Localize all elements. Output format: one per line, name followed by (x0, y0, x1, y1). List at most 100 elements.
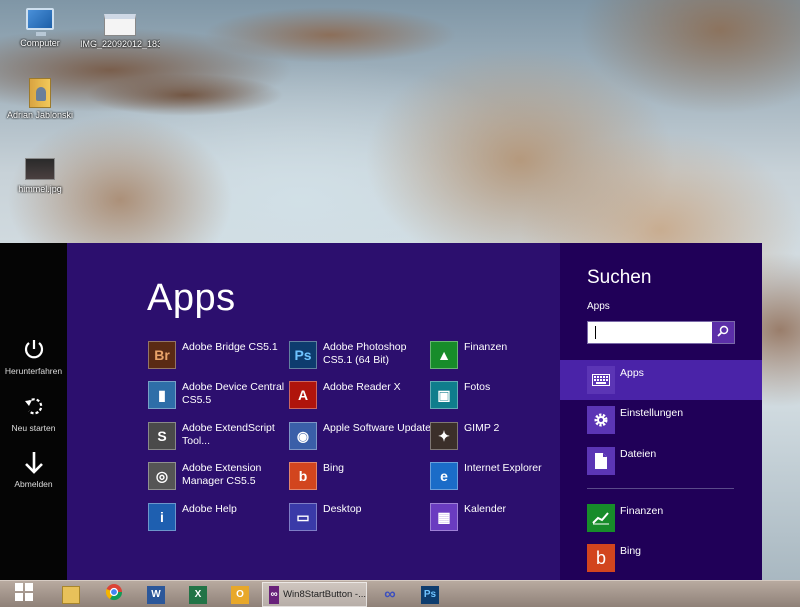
app-tile-adobe-extension-manager[interactable]: ◎ Adobe Extension Manager CS5.5 (148, 462, 288, 496)
power-options-strip: Herunterfahren Neu starten Abmelden (0, 243, 67, 580)
chrome-icon (105, 583, 123, 606)
adobe-extension-manager-icon: ◎ (148, 462, 176, 490)
start-button[interactable] (4, 582, 44, 607)
sign-out-arrow-icon (0, 451, 67, 477)
keyboard-apps-icon (587, 366, 615, 394)
search-icon (717, 324, 729, 342)
taskbar-window-title: Win8StartButton -... (283, 589, 366, 600)
gear-icon (587, 406, 615, 434)
app-tile-finanzen[interactable]: ▲ Finanzen (430, 341, 570, 375)
app-tile-label: Adobe ExtendScript Tool... (182, 422, 275, 447)
calendar-icon: ▦ (430, 503, 458, 531)
power-icon (0, 338, 67, 364)
adobe-help-icon: i (148, 503, 176, 531)
windows-start-icon (14, 582, 34, 607)
app-tile-label: Adobe Help (182, 503, 237, 515)
app-tile-kalender[interactable]: ▦ Kalender (430, 503, 570, 537)
internet-explorer-icon: e (430, 462, 458, 490)
app-tile-apple-software-update[interactable]: ◉ Apple Software Update (289, 422, 431, 456)
adobe-reader-icon: A (289, 381, 317, 409)
app-tile-bing[interactable]: b Bing (289, 462, 429, 496)
restart-icon (0, 395, 67, 421)
user-folder-icon (29, 78, 51, 108)
taskbar-file-explorer[interactable] (55, 582, 87, 607)
search-input[interactable] (588, 322, 714, 343)
app-tile-label: Adobe Extension Manager CS5.5 (182, 462, 262, 487)
desktop-icon-himmel[interactable]: himmel.jpg (0, 158, 80, 194)
app-tile-label: Bing (323, 462, 345, 474)
search-charm-pane: Suchen Apps Apps Einstellungen Dateien F… (560, 243, 762, 580)
search-result-finanzen[interactable]: Finanzen (560, 500, 762, 536)
desktop-icon-label: himmel.jpg (18, 184, 62, 194)
bing-icon: b (587, 544, 615, 572)
search-filter-apps[interactable]: Apps (560, 360, 762, 400)
document-icon (587, 447, 615, 475)
word-icon: W (147, 585, 165, 604)
app-tile-label: Adobe Device Central CS5.5 (182, 381, 285, 406)
restart-button[interactable]: Neu starten (0, 395, 67, 433)
app-tile-adobe-photoshop[interactable]: Ps Adobe Photoshop CS5.1 (64 Bit) (289, 341, 429, 375)
taskbar: W X O ∞ Win8StartButton -... ∞ Ps (0, 580, 800, 607)
adobe-extendscript-icon: S (148, 422, 176, 450)
search-box (587, 321, 735, 344)
search-filter-label: Einstellungen (620, 407, 684, 419)
outlook-icon: O (231, 585, 249, 604)
search-result-bing[interactable]: b Bing (560, 540, 762, 576)
search-scope-label: Apps (587, 301, 610, 312)
taskbar-infinity-app[interactable]: ∞ (374, 582, 406, 607)
app-tile-gimp[interactable]: ✦ GIMP 2 (430, 422, 570, 456)
taskbar-photoshop[interactable]: Ps (414, 582, 446, 607)
desktop-icon-label: Adrian Jablonski (6, 110, 74, 120)
search-result-label: Finanzen (620, 505, 664, 517)
app-tile-label: Adobe Bridge CS5.1 (182, 341, 278, 353)
app-tile-adobe-help[interactable]: i Adobe Help (148, 503, 288, 537)
taskbar-visual-studio-window[interactable]: ∞ Win8StartButton -... (262, 582, 367, 607)
search-result-label: Bing (620, 545, 642, 557)
sign-out-label: Abmelden (14, 479, 53, 489)
app-tile-adobe-device-central[interactable]: ▮ Adobe Device Central CS5.5 (148, 381, 288, 415)
visual-studio-icon: ∞ (269, 585, 280, 604)
text-caret (595, 326, 596, 339)
sign-out-button[interactable]: Abmelden (0, 451, 67, 489)
desktop-icon-label: IMG_22092012_1836 (80, 39, 160, 49)
app-tile-adobe-extendscript[interactable]: S Adobe ExtendScript Tool... (148, 422, 288, 456)
finance-chart-icon (587, 504, 615, 532)
taskbar-excel[interactable]: X (182, 582, 214, 607)
taskbar-word[interactable]: W (140, 582, 172, 607)
bing-icon: b (289, 462, 317, 490)
search-submit-button[interactable] (712, 322, 734, 343)
search-filter-label: Apps (620, 367, 644, 379)
finance-chart-icon: ▲ (430, 341, 458, 369)
shutdown-label: Herunterfahren (4, 366, 63, 376)
desktop-icon-img-file[interactable]: IMG_22092012_1836 (80, 14, 160, 49)
file-explorer-icon (62, 585, 80, 604)
app-tile-adobe-bridge[interactable]: Br Adobe Bridge CS5.1 (148, 341, 288, 375)
search-filter-label: Dateien (620, 448, 657, 460)
search-filter-settings[interactable]: Einstellungen (560, 400, 762, 440)
adobe-device-central-icon: ▮ (148, 381, 176, 409)
desktop-app-icon: ▭ (289, 503, 317, 531)
app-tile-internet-explorer[interactable]: e Internet Explorer (430, 462, 570, 496)
app-tile-desktop[interactable]: ▭ Desktop (289, 503, 429, 537)
image-file-icon (25, 158, 55, 180)
search-heading: Suchen (587, 267, 652, 288)
adobe-photoshop-icon: Ps (289, 341, 317, 369)
desktop-icon-computer[interactable]: Computer (0, 8, 80, 48)
adobe-bridge-icon: Br (148, 341, 176, 369)
restart-label: Neu starten (11, 423, 56, 433)
app-tile-fotos[interactable]: ▣ Fotos (430, 381, 570, 415)
image-file-icon (104, 14, 136, 36)
app-tile-label: Adobe Reader X (323, 381, 401, 393)
taskbar-chrome[interactable] (98, 582, 130, 607)
excel-icon: X (189, 585, 207, 604)
shutdown-button[interactable]: Herunterfahren (0, 338, 67, 376)
search-filter-files[interactable]: Dateien (560, 441, 762, 481)
apple-software-update-icon: ◉ (289, 422, 317, 450)
desktop-icon-user-folder[interactable]: Adrian Jablonski (0, 78, 80, 120)
gimp-icon: ✦ (430, 422, 458, 450)
taskbar-outlook[interactable]: O (224, 582, 256, 607)
photoshop-icon: Ps (421, 585, 439, 604)
app-tile-adobe-reader[interactable]: A Adobe Reader X (289, 381, 429, 415)
app-tile-label: Desktop (323, 503, 362, 515)
desktop-icon-label: Computer (20, 38, 60, 48)
